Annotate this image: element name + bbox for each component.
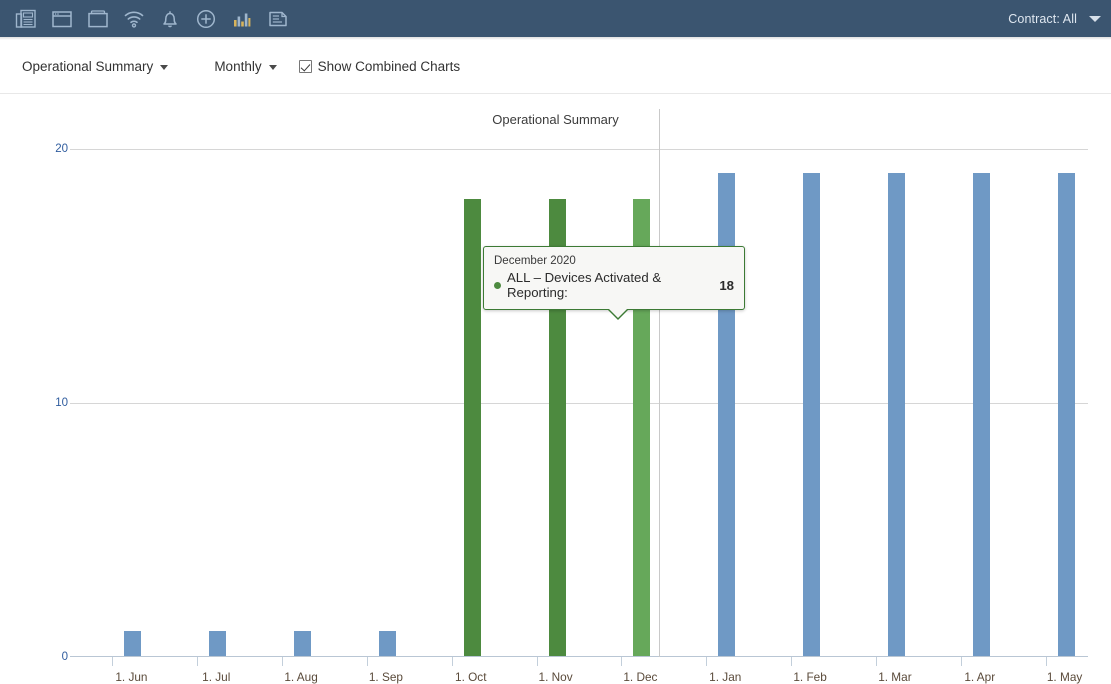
chart-gridline [70,403,1088,404]
contract-selector[interactable]: Contract: All [1008,12,1111,26]
x-axis-tick-label: 1. Sep [368,670,403,684]
x-axis-line [70,656,1088,657]
chevron-down-icon [268,65,277,70]
tooltip-value: 18 [719,277,734,293]
chart-bar[interactable] [1057,173,1075,656]
x-axis-tick [791,657,793,666]
y-axis-tick-label: 10 [55,397,68,409]
toolbar-icon-group [0,0,296,37]
show-combined-charts-checkbox[interactable]: Show Combined Charts [298,59,461,74]
chart-bar[interactable] [887,173,905,656]
bar-chart-icon[interactable] [224,0,260,37]
chart-controls-bar: Operational Summary Monthly Show Combine… [0,40,1111,94]
bell-icon[interactable] [152,0,188,37]
chart-bar[interactable] [294,630,312,656]
x-axis-tick-label: 1. Oct [455,670,487,684]
x-axis-tick-label: 1. Dec [623,670,658,684]
app-toolbar: Contract: All [0,0,1111,37]
x-axis-tick-label: 1. Mar [878,670,912,684]
report-type-dropdown-label: Operational Summary [22,59,154,74]
x-axis-tick [451,657,453,666]
x-axis-tick [366,657,368,666]
x-axis-tick [875,657,877,666]
y-axis-tick-label: 0 [61,651,68,663]
period-dropdown-label: Monthly [214,59,262,74]
folder-icon[interactable] [80,0,116,37]
x-axis-tick [1045,657,1047,666]
tooltip-pointer-icon [607,308,629,320]
period-dropdown[interactable]: Monthly [214,59,277,74]
tooltip-series-label: ALL – Devices Activated & Reporting: [507,270,662,300]
series-color-dot-icon [494,281,501,289]
x-axis-tick-label: 1. Jun [115,670,148,684]
checkmark-icon [298,60,312,73]
chart-tooltip: December 2020 ALL – Devices Activated & … [483,246,745,320]
chart-crosshair [659,109,661,657]
x-axis-tick [536,657,538,666]
report-icon[interactable] [8,0,44,37]
show-combined-charts-label: Show Combined Charts [317,59,461,74]
wifi-icon[interactable] [116,0,152,37]
x-axis-tick-label: 1. Aug [284,670,318,684]
chart-bar[interactable] [803,173,821,656]
chart-bar[interactable] [209,630,227,656]
plus-circle-icon[interactable] [188,0,224,37]
chart-bar[interactable] [463,198,481,656]
x-axis-tick [621,657,623,666]
chart-bar[interactable] [124,630,142,656]
chart-plot-area[interactable]: 0 10 20 1. Jun 1. Jul 1. Aug 1. Sep 1. Oct 1. No… [55,109,1088,684]
contract-selector-label: Contract: All [1008,11,1077,26]
x-axis-tick-label: 1. May [1046,670,1083,684]
y-axis-tick-label: 20 [55,143,68,155]
x-axis-tick-label: 1. Jul [202,670,231,684]
tooltip-series-row: ALL – Devices Activated & Reporting: 18 [494,270,734,300]
chart-bar[interactable] [972,173,990,656]
document-icon[interactable] [260,0,296,37]
chart-gridline [70,149,1088,150]
tooltip-date: December 2020 [494,255,576,267]
x-axis-tick [706,657,708,666]
x-axis-tick [112,657,114,666]
x-axis-tick [960,657,962,666]
chevron-down-icon [1089,15,1101,22]
chart-title: Operational Summary [492,112,619,127]
x-axis-tick-label: 1. Feb [793,670,827,684]
x-axis-tick-label: 1. Apr [964,670,996,684]
chevron-down-icon [160,65,169,70]
x-axis-tick [197,657,199,666]
chart-panel: Operational Summary 0 10 20 1. Jun 1. Jul 1. … [0,94,1111,684]
x-axis-tick [282,657,284,666]
report-type-dropdown[interactable]: Operational Summary [22,59,169,74]
x-axis-tick-label: 1. Jan [709,670,742,684]
window-icon[interactable] [44,0,80,37]
x-axis-tick-label: 1. Nov [538,670,573,684]
chart-bar[interactable] [378,630,396,656]
